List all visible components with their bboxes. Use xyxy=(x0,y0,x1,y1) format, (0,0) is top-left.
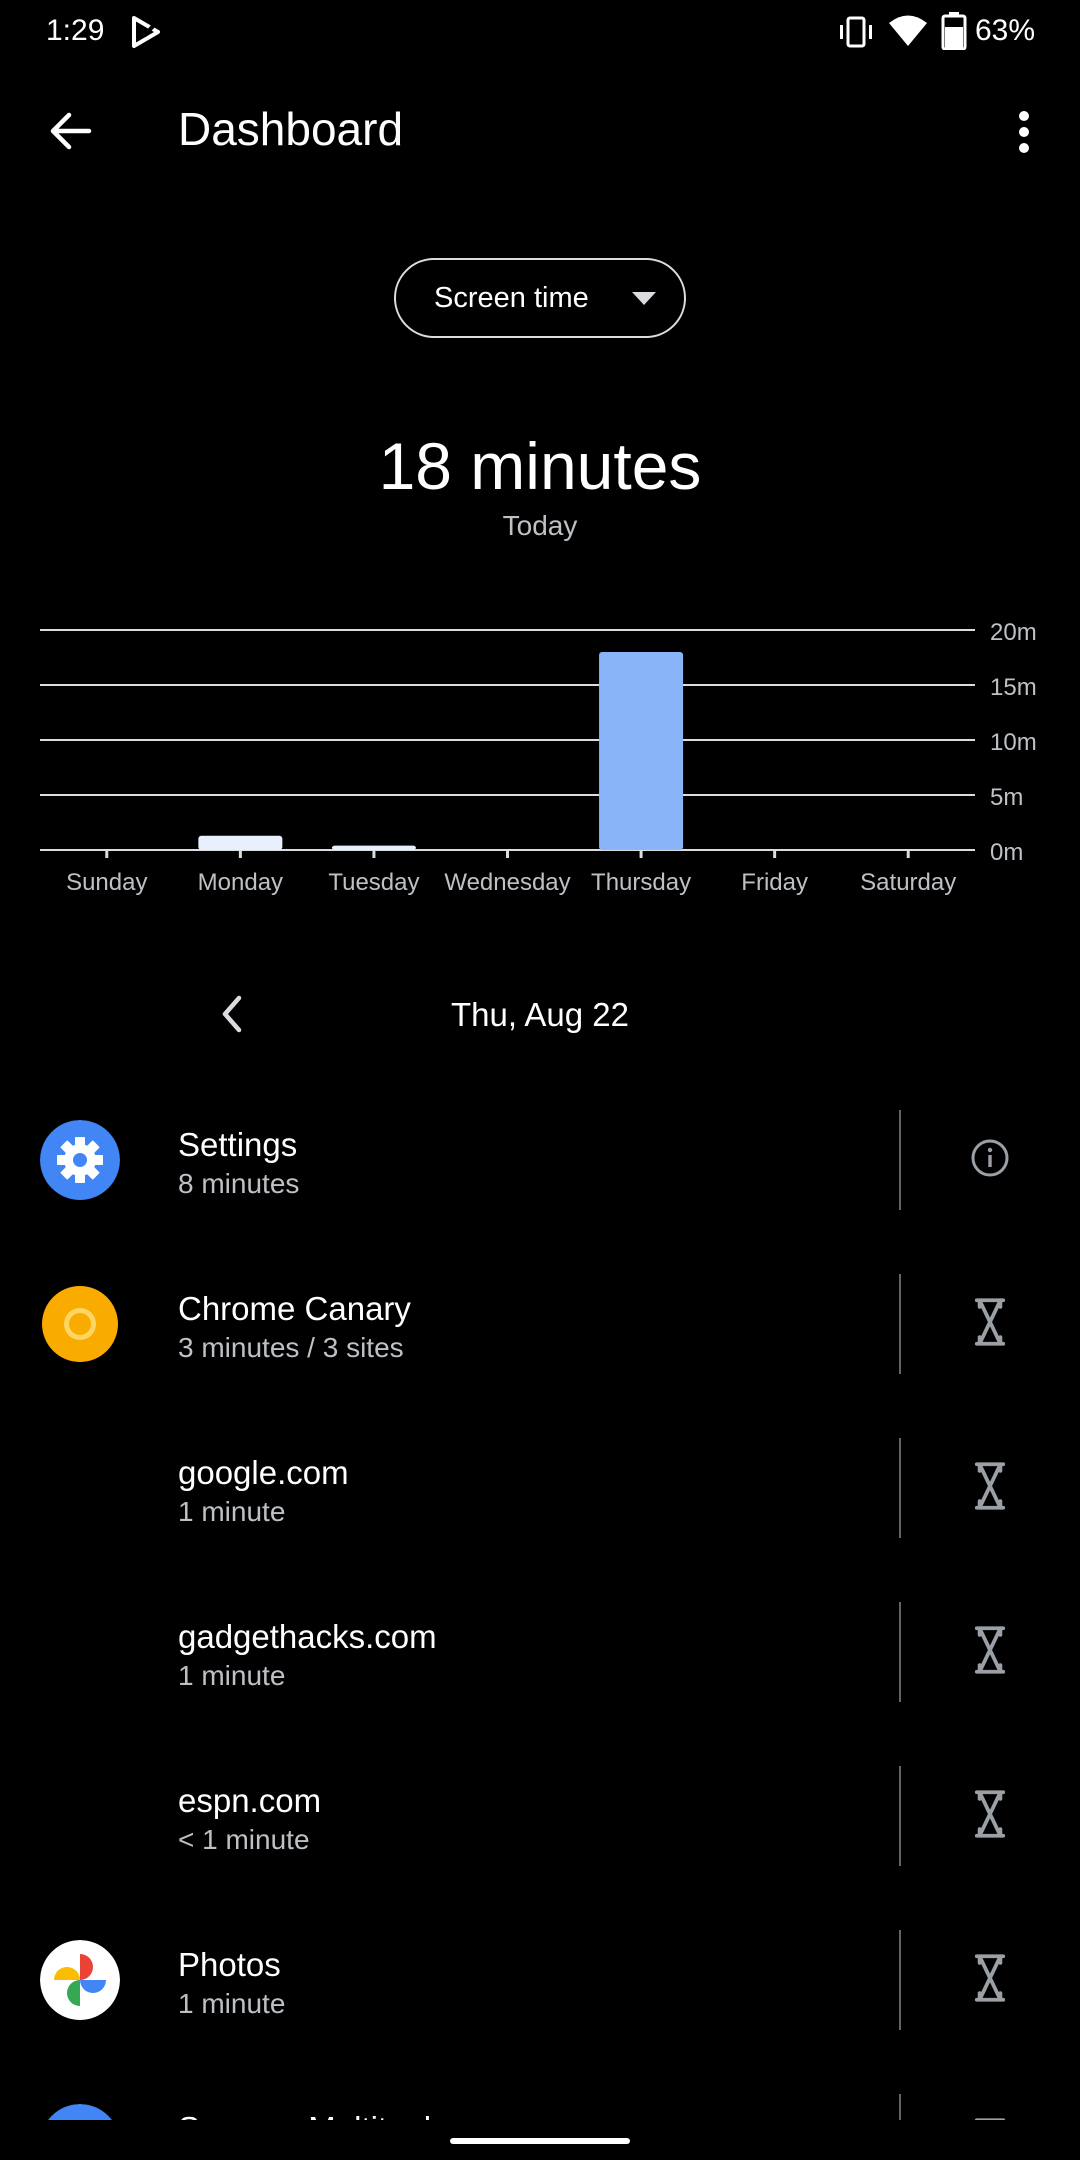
app-usage-row[interactable]: espn.com < 1 minute xyxy=(0,1756,1080,1920)
selected-date: Thu, Aug 22 xyxy=(451,996,629,1033)
app-timer-button[interactable] xyxy=(950,1776,1030,1856)
settings-gear-icon xyxy=(40,1120,120,1200)
hourglass-icon xyxy=(973,1789,1007,1844)
app-name: google.com xyxy=(178,1454,349,1491)
play-store-notification-icon xyxy=(132,16,160,48)
row-divider xyxy=(899,1438,901,1538)
battery-icon xyxy=(941,12,967,50)
y-tick-label: 5m xyxy=(990,784,1023,811)
x-tick-label: Tuesday xyxy=(328,869,419,896)
wifi-icon xyxy=(889,15,927,46)
sensors-multitool-icon xyxy=(40,2104,120,2120)
x-tick-label: Friday xyxy=(741,869,808,896)
back-arrow-icon xyxy=(50,112,92,150)
app-timer-button[interactable] xyxy=(950,1284,1030,1364)
app-usage-row[interactable]: Settings 8 minutes xyxy=(0,1100,1080,1264)
app-name: Sensors Multitool xyxy=(178,2110,431,2120)
more-options-button[interactable] xyxy=(994,100,1054,164)
back-button[interactable] xyxy=(36,96,106,166)
more-vert-icon xyxy=(1019,111,1029,153)
chart-bar xyxy=(331,845,416,850)
y-tick-label: 0m xyxy=(990,839,1023,866)
row-divider xyxy=(899,1930,901,2030)
app-timer-button[interactable] xyxy=(950,1448,1030,1528)
x-tick-label: Monday xyxy=(198,869,283,896)
app-usage-row[interactable]: google.com 1 minute xyxy=(0,1428,1080,1592)
app-usage-detail: 3 minutes / 3 sites xyxy=(178,1332,404,1363)
y-tick-label: 20m xyxy=(990,619,1037,646)
app-name: Chrome Canary xyxy=(178,1290,411,1327)
status-time: 1:29 xyxy=(46,14,105,47)
hourglass-icon xyxy=(973,1625,1007,1680)
app-usage-row[interactable]: Photos 1 minute xyxy=(0,1920,1080,2084)
info-icon xyxy=(970,1138,1010,1183)
period-label: Today xyxy=(502,510,578,541)
row-divider xyxy=(899,1766,901,1866)
hourglass-icon xyxy=(973,2117,1007,2120)
x-tick-label: Thursday xyxy=(591,869,691,896)
app-name: Settings xyxy=(178,1126,298,1163)
total-screen-time: 18 minutes xyxy=(378,429,702,503)
hourglass-icon xyxy=(973,1461,1007,1516)
app-usage-detail: 1 minute xyxy=(178,1660,286,1691)
weekly-usage-chart: 0m 5m 10m 15m 20m Sunday Monday Tuesday Wednesda… xyxy=(40,619,1037,896)
row-divider xyxy=(899,2094,901,2120)
chart-bar xyxy=(198,835,283,850)
hourglass-icon xyxy=(973,1953,1007,2008)
app-timer-button[interactable] xyxy=(950,2104,1030,2120)
x-tick-label: Sunday xyxy=(66,869,147,896)
battery-percent: 63% xyxy=(975,14,1036,47)
app-usage-detail: 1 minute xyxy=(178,1988,286,2019)
app-name: gadgethacks.com xyxy=(178,1618,437,1655)
y-tick-label: 15m xyxy=(990,674,1037,701)
dropdown-caret-icon xyxy=(632,292,656,305)
chart-bar xyxy=(599,652,684,850)
app-usage-row[interactable]: Chrome Canary 3 minutes / 3 sites xyxy=(0,1264,1080,1428)
app-usage-row[interactable]: Sensors Multitool xyxy=(0,2084,1080,2120)
app-usage-list: Settings 8 minutes Chrome Canary 3 minutes… xyxy=(0,1100,1080,2120)
app-usage-row[interactable]: gadgethacks.com 1 minute xyxy=(0,1592,1080,1756)
app-name: Photos xyxy=(178,1946,281,1983)
chrome-canary-icon xyxy=(40,1284,120,1364)
photos-pinwheel-icon xyxy=(40,1940,120,2020)
app-name: espn.com xyxy=(178,1782,322,1819)
gesture-nav-handle[interactable] xyxy=(450,2138,630,2144)
row-divider xyxy=(899,1110,901,1210)
app-usage-detail: 8 minutes xyxy=(178,1168,300,1199)
app-usage-detail: < 1 minute xyxy=(178,1824,310,1855)
row-divider xyxy=(899,1602,901,1702)
x-tick-label: Saturday xyxy=(860,869,956,896)
vibrate-icon xyxy=(840,16,872,48)
app-timer-button[interactable] xyxy=(950,1940,1030,2020)
metric-dropdown-label: Screen time xyxy=(434,281,589,314)
row-divider xyxy=(899,1274,901,1374)
x-tick-label: Wednesday xyxy=(444,869,570,896)
app-info-button[interactable] xyxy=(950,1120,1030,1200)
app-timer-button[interactable] xyxy=(950,1612,1030,1692)
metric-dropdown[interactable]: Screen time xyxy=(394,258,686,338)
y-tick-label: 10m xyxy=(990,729,1037,756)
page-title: Dashboard xyxy=(178,103,404,155)
app-usage-detail: 1 minute xyxy=(178,1496,286,1527)
hourglass-icon xyxy=(973,1297,1007,1352)
